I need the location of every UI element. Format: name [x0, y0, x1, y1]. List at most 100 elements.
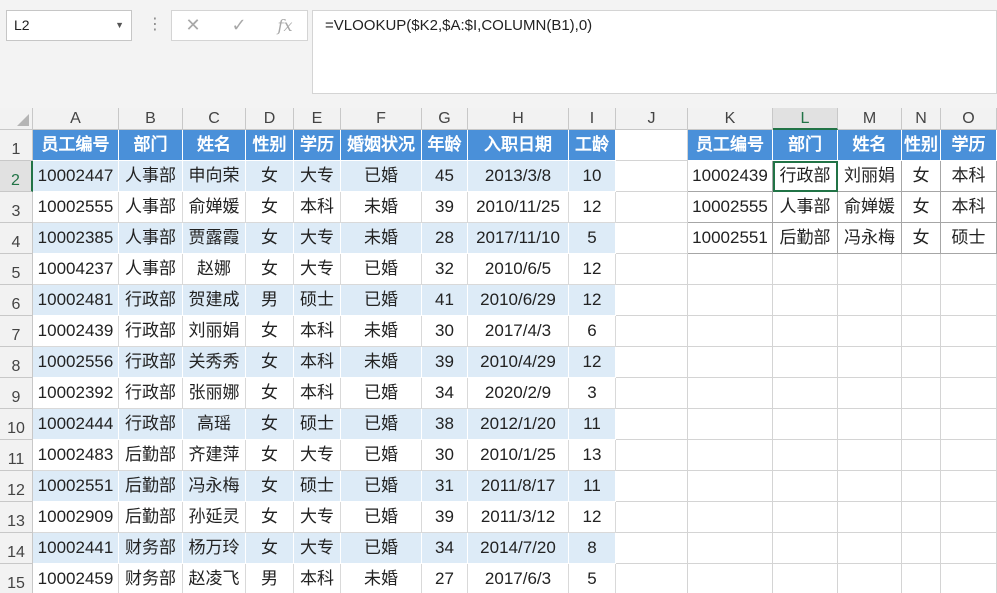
- lookup-cell[interactable]: 后勤部: [773, 223, 838, 254]
- row-header-8[interactable]: 8: [0, 347, 33, 378]
- table-cell[interactable]: 10002555: [33, 192, 119, 223]
- empty-cell[interactable]: [838, 316, 902, 347]
- empty-cell[interactable]: [902, 533, 941, 564]
- table-cell[interactable]: 女: [246, 254, 294, 285]
- lookup-header-cell[interactable]: 姓名: [838, 130, 902, 161]
- table-cell[interactable]: 10002444: [33, 409, 119, 440]
- empty-cell[interactable]: [838, 533, 902, 564]
- empty-cell[interactable]: [688, 254, 773, 285]
- table-cell[interactable]: 未婚: [341, 223, 422, 254]
- empty-cell[interactable]: [616, 130, 688, 161]
- table-cell[interactable]: 2020/2/9: [468, 378, 569, 409]
- column-header-m[interactable]: M: [838, 108, 902, 130]
- table-cell[interactable]: 32: [422, 254, 468, 285]
- table-cell[interactable]: 女: [246, 378, 294, 409]
- table-cell[interactable]: 未婚: [341, 564, 422, 593]
- lookup-header-cell[interactable]: 性别: [902, 130, 941, 161]
- table-cell[interactable]: 女: [246, 502, 294, 533]
- empty-cell[interactable]: [688, 564, 773, 593]
- row-header-3[interactable]: 3: [0, 192, 33, 223]
- table-cell[interactable]: 未婚: [341, 192, 422, 223]
- empty-cell[interactable]: [838, 285, 902, 316]
- lookup-cell[interactable]: 10002439: [688, 161, 773, 192]
- empty-cell[interactable]: [838, 378, 902, 409]
- empty-cell[interactable]: [616, 440, 688, 471]
- table-cell[interactable]: 12: [569, 347, 616, 378]
- table-cell[interactable]: 女: [246, 471, 294, 502]
- table-cell[interactable]: 10002385: [33, 223, 119, 254]
- table-cell[interactable]: 人事部: [119, 223, 183, 254]
- table-cell[interactable]: 人事部: [119, 254, 183, 285]
- empty-cell[interactable]: [773, 316, 838, 347]
- table-cell[interactable]: 高瑶: [183, 409, 246, 440]
- table-cell[interactable]: 6: [569, 316, 616, 347]
- table-cell[interactable]: 已婚: [341, 161, 422, 192]
- table-cell[interactable]: 大专: [294, 533, 341, 564]
- empty-cell[interactable]: [773, 502, 838, 533]
- table-cell[interactable]: 已婚: [341, 254, 422, 285]
- table-cell[interactable]: 2014/7/20: [468, 533, 569, 564]
- empty-cell[interactable]: [941, 409, 997, 440]
- lookup-cell[interactable]: 女: [902, 192, 941, 223]
- table-cell[interactable]: 赵凌飞: [183, 564, 246, 593]
- table-cell[interactable]: 行政部: [119, 378, 183, 409]
- table-cell[interactable]: 人事部: [119, 161, 183, 192]
- empty-cell[interactable]: [941, 285, 997, 316]
- empty-cell[interactable]: [773, 378, 838, 409]
- lookup-cell[interactable]: 女: [902, 161, 941, 192]
- row-header-12[interactable]: 12: [0, 471, 33, 502]
- table-cell[interactable]: 39: [422, 192, 468, 223]
- empty-cell[interactable]: [773, 254, 838, 285]
- row-header-6[interactable]: 6: [0, 285, 33, 316]
- empty-cell[interactable]: [941, 254, 997, 285]
- empty-cell[interactable]: [838, 471, 902, 502]
- table-cell[interactable]: 行政部: [119, 285, 183, 316]
- row-header-2[interactable]: 2: [0, 161, 33, 192]
- table-header-cell[interactable]: 性别: [246, 130, 294, 161]
- table-cell[interactable]: 大专: [294, 440, 341, 471]
- table-cell[interactable]: 10002459: [33, 564, 119, 593]
- table-cell[interactable]: 45: [422, 161, 468, 192]
- table-cell[interactable]: 女: [246, 316, 294, 347]
- empty-cell[interactable]: [616, 254, 688, 285]
- column-header-n[interactable]: N: [902, 108, 941, 130]
- table-cell[interactable]: 行政部: [119, 316, 183, 347]
- table-cell[interactable]: 大专: [294, 254, 341, 285]
- table-cell[interactable]: 杨万玲: [183, 533, 246, 564]
- table-cell[interactable]: 硕士: [294, 471, 341, 502]
- empty-cell[interactable]: [902, 316, 941, 347]
- table-cell[interactable]: 30: [422, 440, 468, 471]
- table-cell[interactable]: 男: [246, 564, 294, 593]
- table-cell[interactable]: 本科: [294, 347, 341, 378]
- table-cell[interactable]: 人事部: [119, 192, 183, 223]
- column-header-g[interactable]: G: [422, 108, 468, 130]
- lookup-cell[interactable]: 刘丽娟: [838, 161, 902, 192]
- empty-cell[interactable]: [773, 471, 838, 502]
- row-header-5[interactable]: 5: [0, 254, 33, 285]
- table-cell[interactable]: 贾露霞: [183, 223, 246, 254]
- empty-cell[interactable]: [773, 533, 838, 564]
- empty-cell[interactable]: [688, 347, 773, 378]
- table-cell[interactable]: 未婚: [341, 316, 422, 347]
- table-cell[interactable]: 39: [422, 347, 468, 378]
- empty-cell[interactable]: [688, 285, 773, 316]
- empty-cell[interactable]: [902, 409, 941, 440]
- empty-cell[interactable]: [616, 409, 688, 440]
- empty-cell[interactable]: [688, 502, 773, 533]
- empty-cell[interactable]: [902, 440, 941, 471]
- empty-cell[interactable]: [838, 347, 902, 378]
- table-cell[interactable]: 10: [569, 161, 616, 192]
- table-cell[interactable]: 已婚: [341, 502, 422, 533]
- table-cell[interactable]: 女: [246, 409, 294, 440]
- empty-cell[interactable]: [773, 409, 838, 440]
- table-cell[interactable]: 本科: [294, 378, 341, 409]
- column-header-j[interactable]: J: [616, 108, 688, 130]
- table-cell[interactable]: 10002447: [33, 161, 119, 192]
- table-cell[interactable]: 已婚: [341, 378, 422, 409]
- table-header-cell[interactable]: 姓名: [183, 130, 246, 161]
- empty-cell[interactable]: [616, 378, 688, 409]
- table-cell[interactable]: 财务部: [119, 533, 183, 564]
- table-cell[interactable]: 10002556: [33, 347, 119, 378]
- table-cell[interactable]: 关秀秀: [183, 347, 246, 378]
- empty-cell[interactable]: [616, 285, 688, 316]
